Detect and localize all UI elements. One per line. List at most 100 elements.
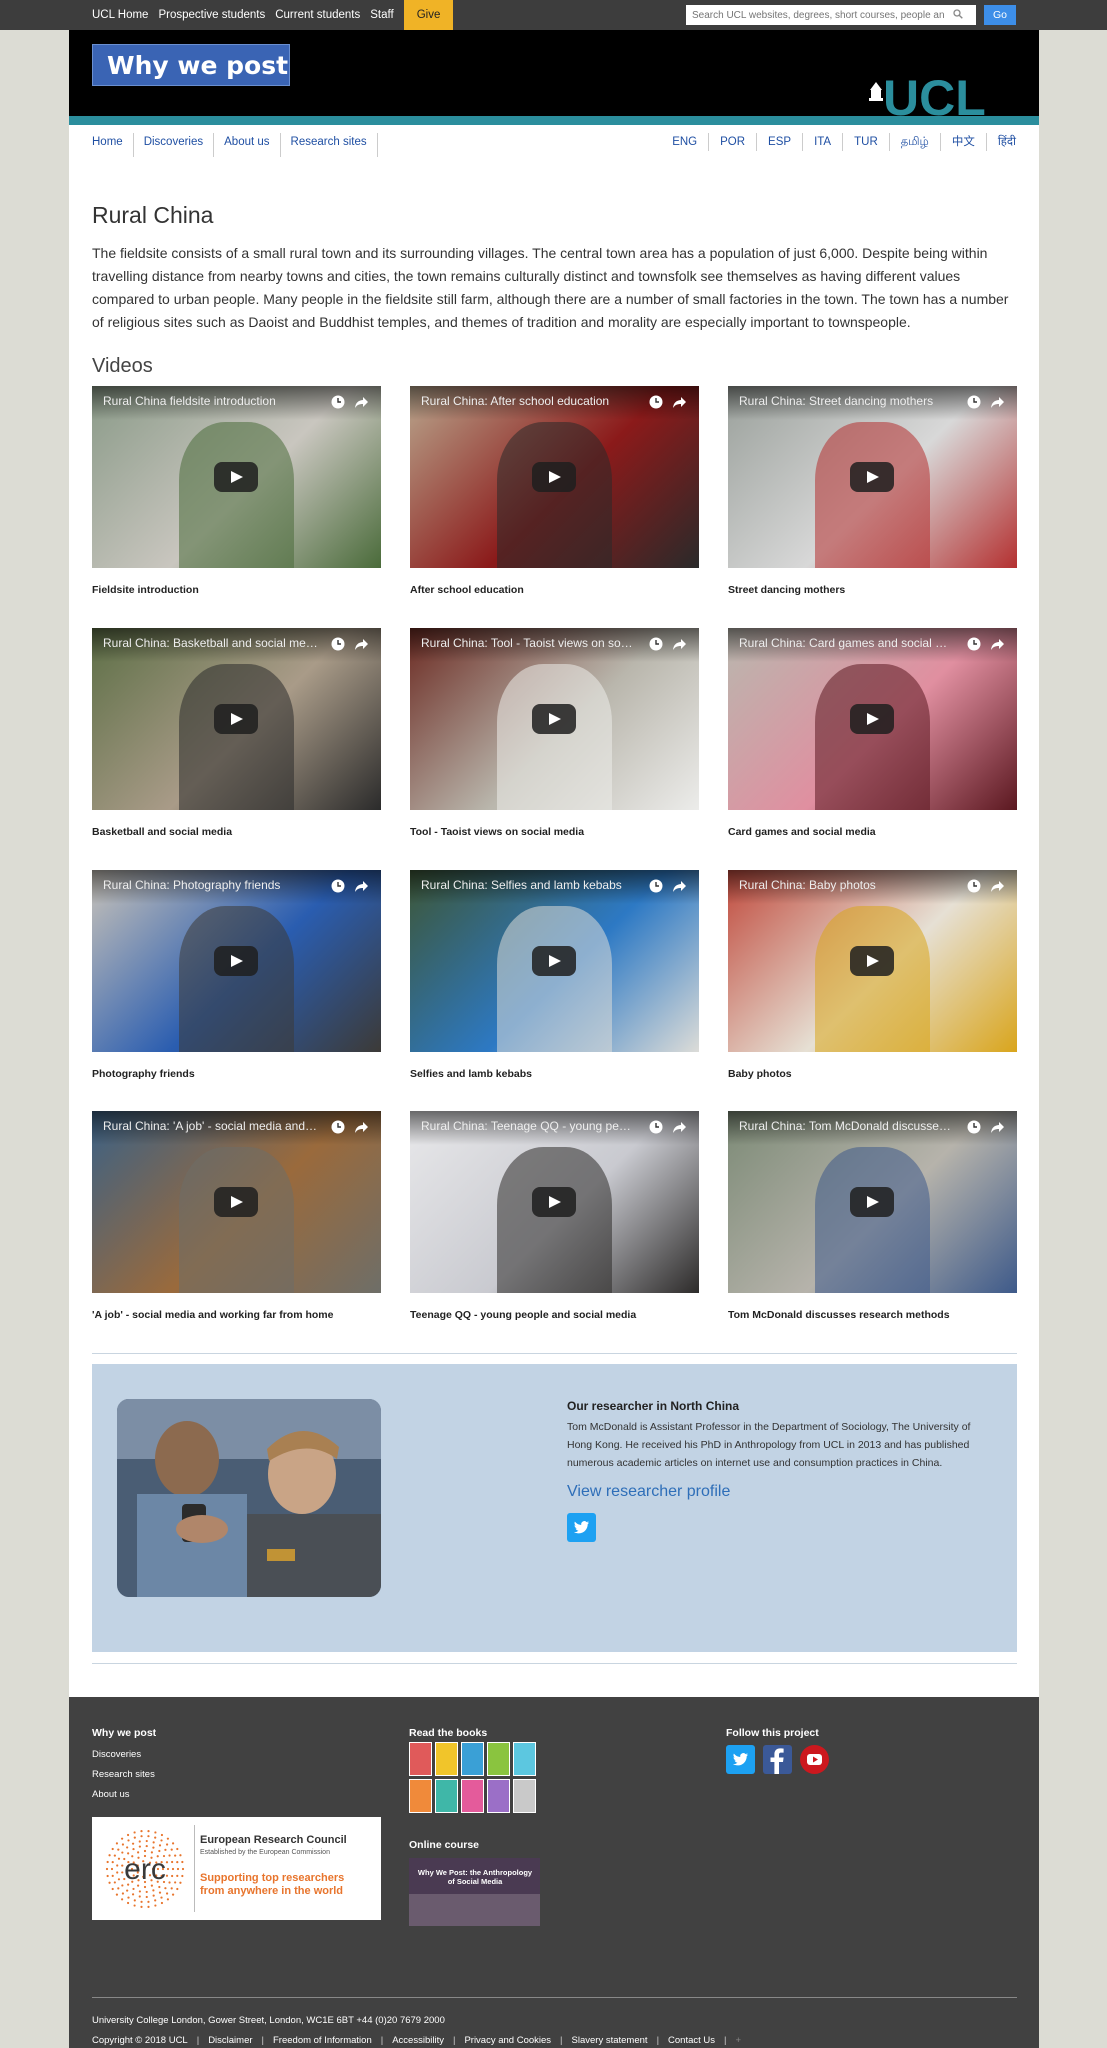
- video-caption[interactable]: Selfies and lamb kebabs: [410, 1068, 699, 1080]
- lang-ita[interactable]: ITA: [803, 133, 844, 151]
- video-title[interactable]: Rural China fieldsite introduction: [103, 394, 318, 408]
- share-icon[interactable]: [990, 637, 1005, 651]
- video-title[interactable]: Rural China: Teenage QQ - young people a…: [421, 1119, 636, 1133]
- clock-icon[interactable]: [649, 879, 663, 893]
- clock-icon[interactable]: [649, 395, 663, 409]
- plus-icon[interactable]: +: [736, 2035, 742, 2046]
- video-card[interactable]: Rural China: 'A job' - social media and …: [92, 1111, 381, 1321]
- video-caption[interactable]: Street dancing mothers: [728, 584, 1017, 596]
- disclaimer-link[interactable]: Disclaimer: [208, 2035, 252, 2046]
- video-caption[interactable]: Fieldsite introduction: [92, 584, 381, 596]
- twitter-icon[interactable]: [726, 1745, 755, 1774]
- play-icon[interactable]: [850, 946, 894, 976]
- video-caption[interactable]: After school education: [410, 584, 699, 596]
- twitter-icon[interactable]: [567, 1513, 596, 1542]
- clock-icon[interactable]: [967, 637, 981, 651]
- video-title[interactable]: Rural China: Card games and social media: [739, 636, 954, 650]
- share-icon[interactable]: [672, 879, 687, 893]
- video-thumbnail[interactable]: Rural China: Tool - Taoist views on soci…: [410, 628, 699, 810]
- book-cover[interactable]: [513, 1779, 536, 1813]
- lang-esp[interactable]: ESP: [757, 133, 804, 151]
- go-button[interactable]: Go: [984, 5, 1016, 25]
- book-cover[interactable]: [461, 1742, 484, 1776]
- clock-icon[interactable]: [331, 1120, 345, 1134]
- lang-por[interactable]: POR: [709, 133, 758, 151]
- lang-hindi[interactable]: हिंदी: [987, 133, 1016, 151]
- video-title[interactable]: Rural China: After school education: [421, 394, 636, 408]
- video-title[interactable]: Rural China: Selfies and lamb kebabs: [421, 878, 636, 892]
- video-card[interactable]: Rural China: Basketball and social media…: [92, 628, 381, 838]
- book-cover[interactable]: [461, 1779, 484, 1813]
- share-icon[interactable]: [990, 1120, 1005, 1134]
- video-card[interactable]: Rural China fieldsite introduction Fields…: [92, 386, 381, 596]
- video-thumbnail[interactable]: Rural China: Street dancing mothers: [728, 386, 1017, 568]
- share-icon[interactable]: [990, 879, 1005, 893]
- share-icon[interactable]: [672, 637, 687, 651]
- play-icon[interactable]: [532, 704, 576, 734]
- ucl-home-link[interactable]: UCL Home: [92, 9, 148, 21]
- facebook-icon[interactable]: [763, 1745, 792, 1774]
- share-icon[interactable]: [354, 637, 369, 651]
- clock-icon[interactable]: [967, 1120, 981, 1134]
- book-cover[interactable]: [409, 1742, 432, 1776]
- book-cover[interactable]: [513, 1742, 536, 1776]
- ucl-logo[interactable]: UCL: [869, 68, 1014, 116]
- share-icon[interactable]: [672, 1120, 687, 1134]
- search-icon[interactable]: [953, 9, 963, 19]
- video-caption[interactable]: Tom McDonald discusses research methods: [728, 1309, 1017, 1321]
- book-cover[interactable]: [435, 1742, 458, 1776]
- play-icon[interactable]: [532, 946, 576, 976]
- share-icon[interactable]: [354, 395, 369, 409]
- footer-link-discoveries[interactable]: Discoveries: [92, 1749, 141, 1760]
- clock-icon[interactable]: [649, 637, 663, 651]
- youtube-icon[interactable]: [800, 1745, 829, 1774]
- video-caption[interactable]: Teenage QQ - young people and social med…: [410, 1309, 699, 1321]
- play-icon[interactable]: [214, 704, 258, 734]
- video-caption[interactable]: Card games and social media: [728, 826, 1017, 838]
- lang-tamil[interactable]: தமிழ்: [890, 133, 941, 151]
- video-title[interactable]: Rural China: Street dancing mothers: [739, 394, 954, 408]
- staff-link[interactable]: Staff: [370, 9, 393, 21]
- nav-about-us[interactable]: About us: [214, 133, 281, 157]
- video-title[interactable]: Rural China: 'A job' - social media and …: [103, 1119, 318, 1133]
- video-thumbnail[interactable]: Rural China: Basketball and social media: [92, 628, 381, 810]
- video-thumbnail[interactable]: Rural China: Baby photos: [728, 870, 1017, 1052]
- researcher-profile-link[interactable]: View researcher profile: [567, 1483, 730, 1501]
- video-card[interactable]: Rural China: Baby photos Baby photos: [728, 870, 1017, 1080]
- nav-discoveries[interactable]: Discoveries: [134, 133, 215, 157]
- privacy-link[interactable]: Privacy and Cookies: [464, 2035, 551, 2046]
- clock-icon[interactable]: [331, 395, 345, 409]
- video-card[interactable]: Rural China: Tool - Taoist views on soci…: [410, 628, 699, 838]
- current-students-link[interactable]: Current students: [275, 9, 360, 21]
- play-icon[interactable]: [850, 462, 894, 492]
- play-icon[interactable]: [214, 462, 258, 492]
- video-card[interactable]: Rural China: Card games and social media…: [728, 628, 1017, 838]
- book-cover[interactable]: [487, 1779, 510, 1813]
- play-icon[interactable]: [850, 704, 894, 734]
- clock-icon[interactable]: [331, 879, 345, 893]
- book-cover[interactable]: [409, 1779, 432, 1813]
- play-icon[interactable]: [850, 1187, 894, 1217]
- video-caption[interactable]: Basketball and social media: [92, 826, 381, 838]
- clock-icon[interactable]: [967, 395, 981, 409]
- video-thumbnail[interactable]: Rural China: Selfies and lamb kebabs: [410, 870, 699, 1052]
- erc-banner[interactable]: erc European Research Council Establishe…: [92, 1817, 381, 1920]
- site-logo[interactable]: Why we post: [92, 44, 290, 86]
- video-title[interactable]: Rural China: Tool - Taoist views on soci…: [421, 636, 636, 650]
- lang-tur[interactable]: TUR: [843, 133, 890, 151]
- video-card[interactable]: Rural China: Tom McDonald discusses rese…: [728, 1111, 1017, 1321]
- video-thumbnail[interactable]: Rural China: After school education: [410, 386, 699, 568]
- lang-chinese[interactable]: 中文: [941, 133, 987, 151]
- video-caption[interactable]: 'A job' - social media and working far f…: [92, 1309, 381, 1321]
- share-icon[interactable]: [354, 879, 369, 893]
- footer-link-about-us[interactable]: About us: [92, 1789, 130, 1800]
- contact-link[interactable]: Contact Us: [668, 2035, 715, 2046]
- video-thumbnail[interactable]: Rural China: 'A job' - social media and …: [92, 1111, 381, 1293]
- foi-link[interactable]: Freedom of Information: [273, 2035, 372, 2046]
- video-thumbnail[interactable]: Rural China: Teenage QQ - young people a…: [410, 1111, 699, 1293]
- lang-eng[interactable]: ENG: [661, 133, 710, 151]
- online-course-thumbnail[interactable]: Why We Post: the Anthropology of Social …: [409, 1858, 540, 1926]
- clock-icon[interactable]: [967, 879, 981, 893]
- nav-research-sites[interactable]: Research sites: [281, 133, 378, 157]
- share-icon[interactable]: [990, 395, 1005, 409]
